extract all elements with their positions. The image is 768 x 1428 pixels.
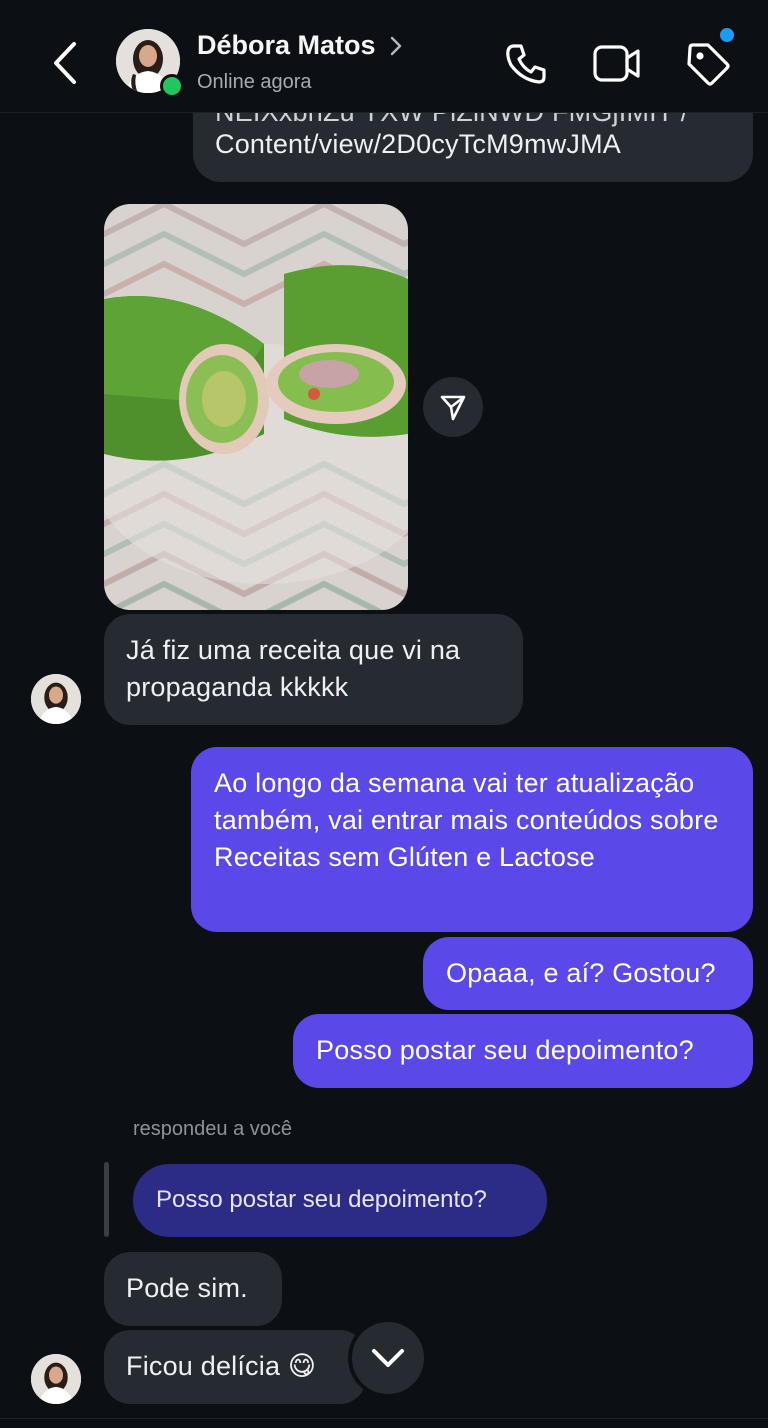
reply-quote-bar — [104, 1162, 109, 1237]
message-text: Ficou delícia 😋 — [126, 1351, 317, 1381]
contact-name-link[interactable]: Débora Matos — [197, 30, 408, 61]
tag-button[interactable] — [684, 40, 732, 88]
contact-status: Online agora — [197, 71, 312, 93]
notification-dot — [720, 28, 734, 42]
link-text[interactable]: Content/view/2D0cyTcM9mwJMA — [215, 126, 621, 163]
wrap-photo-image — [104, 204, 408, 610]
chevron-down-icon — [372, 1349, 404, 1367]
tag-icon — [687, 43, 730, 86]
back-button[interactable] — [46, 38, 86, 88]
phone-icon — [506, 44, 546, 84]
sent-message-3[interactable]: Posso postar seu depoimento? — [293, 1014, 753, 1088]
chevron-right-icon — [390, 36, 401, 55]
message-text: Ao longo da semana vai ter atualização t… — [214, 768, 719, 872]
video-call-button[interactable] — [592, 42, 642, 86]
contact-avatar-small[interactable] — [31, 674, 81, 724]
scroll-to-bottom-button[interactable] — [348, 1318, 428, 1398]
online-status-dot — [160, 74, 184, 98]
chat-header: Débora Matos Online agora — [0, 0, 768, 113]
received-message-3[interactable]: Ficou delícia 😋 — [104, 1330, 366, 1404]
sent-message-2[interactable]: Opaaa, e aí? Gostou? — [423, 937, 753, 1010]
call-button[interactable] — [502, 40, 550, 88]
quoted-text: Posso postar seu depoimento? — [156, 1186, 487, 1213]
quoted-message[interactable]: Posso postar seu depoimento? — [133, 1164, 547, 1237]
contact-avatar-small-2[interactable] — [31, 1354, 81, 1404]
message-text: Opaaa, e aí? Gostou? — [446, 958, 716, 988]
sent-message-1[interactable]: Ao longo da semana vai ter atualização t… — [191, 747, 753, 932]
video-camera-icon — [593, 45, 640, 82]
message-text: Posso postar seu depoimento? — [316, 1035, 694, 1065]
reply-label: respondeu a você — [133, 1118, 293, 1140]
contact-name: Débora Matos — [197, 30, 376, 60]
share-button[interactable] — [423, 377, 483, 437]
message-text: Já fiz uma receita que vi na propaganda … — [126, 635, 461, 702]
message-text: Pode sim. — [126, 1273, 248, 1303]
paper-plane-icon — [440, 395, 466, 421]
chevron-left-icon — [54, 42, 76, 84]
received-message-2[interactable]: Pode sim. — [104, 1252, 282, 1326]
received-message-1[interactable]: Já fiz uma receita que vi na propaganda … — [104, 614, 523, 725]
food-photo[interactable] — [104, 204, 408, 610]
